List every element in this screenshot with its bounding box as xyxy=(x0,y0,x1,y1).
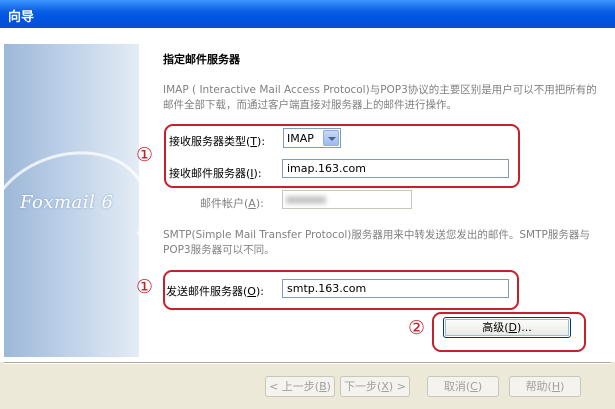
page-heading: 指定邮件服务器 xyxy=(163,53,240,66)
foxmail-logo: Foxmail 6 xyxy=(20,192,114,213)
annotation-marker-1b: ① xyxy=(136,276,154,298)
smtp-description: SMTP(Simple Mail Transfer Protocol)服务器用来… xyxy=(163,229,590,256)
swoosh-graphic xyxy=(4,129,139,305)
chevron-down-icon[interactable] xyxy=(323,130,339,146)
footer-separator xyxy=(4,362,611,364)
outgoing-server-label: 发送邮件服务器(O): xyxy=(166,285,264,298)
title-bar[interactable]: 向导 xyxy=(0,0,615,28)
cancel-button[interactable]: 取消(C) xyxy=(427,376,499,397)
back-button[interactable]: < 上一步(B) xyxy=(265,376,335,397)
server-type-select[interactable]: IMAP xyxy=(283,128,341,148)
incoming-server-label: 接收邮件服务器(I): xyxy=(169,167,262,180)
annotation-marker-2: ② xyxy=(408,317,426,339)
next-button[interactable]: 下一步(X) > xyxy=(340,376,410,397)
account-label: 邮件帐户(A): xyxy=(200,197,264,210)
incoming-server-input[interactable]: imap.163.com xyxy=(282,159,509,178)
outgoing-server-input[interactable]: smtp.163.com xyxy=(282,279,509,298)
sidebar-banner: Foxmail 6 xyxy=(4,44,139,357)
server-type-value: IMAP xyxy=(287,132,314,145)
imap-description: IMAP ( Interactive Mail Access Protocol)… xyxy=(163,84,597,111)
annotation-marker-1: ① xyxy=(136,144,154,166)
window-title: 向导 xyxy=(8,10,35,25)
wizard-window: 向导 Foxmail 6 指定邮件服务器 IMAP ( Interactive … xyxy=(0,0,615,409)
redacted-account xyxy=(286,196,326,204)
server-type-label: 接收服务器类型(T): xyxy=(169,135,266,148)
help-button[interactable]: 帮助(H) xyxy=(509,376,581,397)
advanced-button[interactable]: 高级(D)... xyxy=(443,317,571,338)
account-input[interactable] xyxy=(282,190,412,209)
